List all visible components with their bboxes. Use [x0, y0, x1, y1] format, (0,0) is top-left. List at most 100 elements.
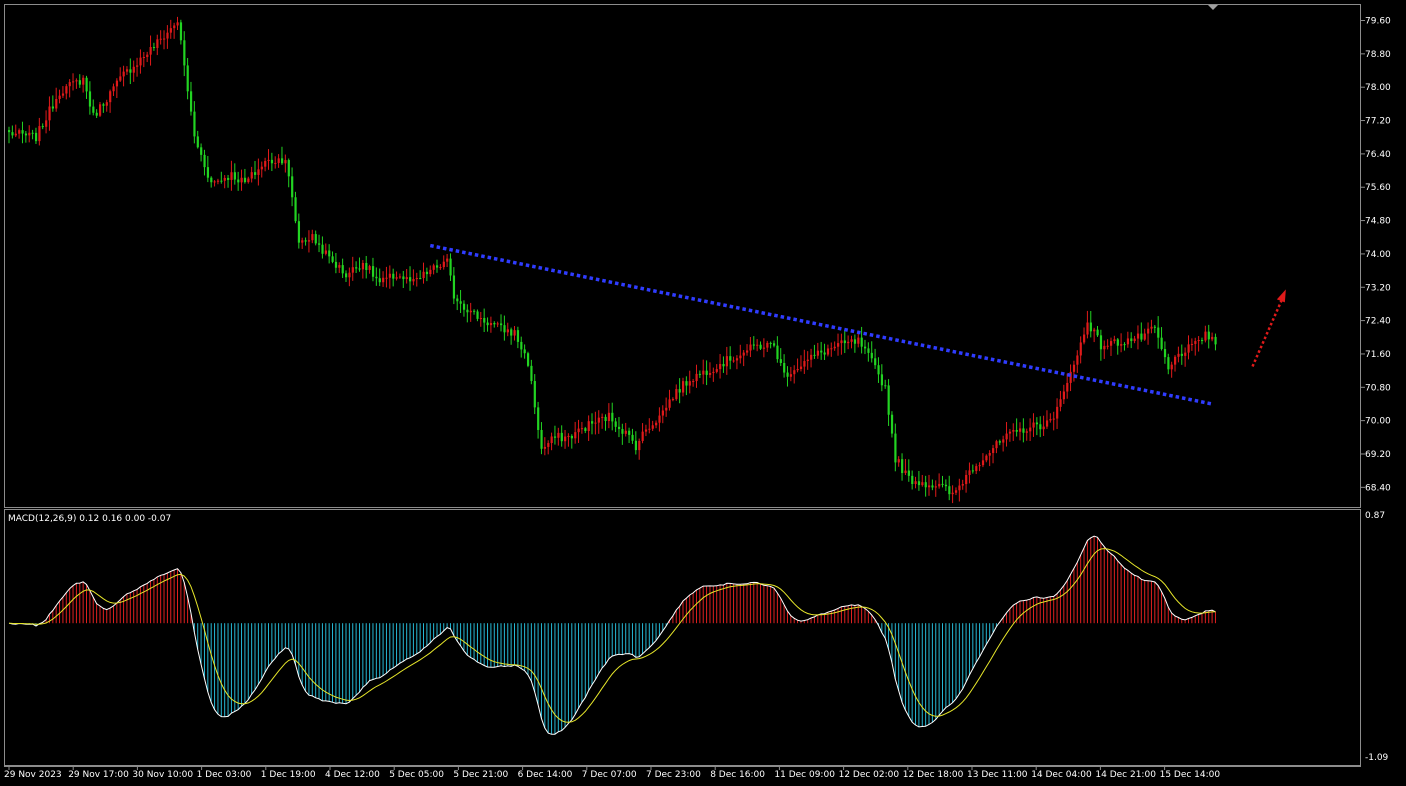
candle-body: [247, 178, 250, 183]
candle-body: [769, 342, 772, 344]
candle-body: [341, 265, 344, 274]
candle-body: [907, 470, 910, 476]
candle-body: [591, 421, 594, 424]
price-tick-label: 70.80: [1365, 383, 1391, 393]
candle-body: [746, 350, 749, 353]
candle-body: [567, 435, 570, 437]
candle-body: [459, 301, 462, 304]
time-tick-label: 7 Dec 23:00: [646, 770, 701, 780]
candle-body: [530, 365, 533, 382]
candle-body: [1174, 356, 1177, 365]
candle-body: [395, 277, 398, 279]
candle-body: [98, 104, 102, 116]
candle-body: [328, 250, 331, 257]
candle-body: [489, 323, 493, 326]
candle-body: [870, 352, 873, 359]
candle-body: [469, 310, 472, 313]
candle-body: [607, 412, 611, 422]
candle-body: [796, 369, 799, 371]
candle-body: [837, 343, 840, 347]
candle-body: [617, 426, 621, 430]
candle-body: [978, 465, 981, 467]
candle-body: [432, 265, 435, 270]
candle-body: [321, 244, 324, 254]
price-tick-label: 77.20: [1365, 117, 1391, 127]
candle-body: [772, 343, 776, 346]
candle-body: [968, 470, 971, 475]
candle-body: [506, 329, 509, 333]
candle-body: [887, 385, 890, 415]
candle-body: [294, 197, 297, 222]
time-tick-label: 30 Nov 10:00: [132, 770, 193, 780]
candle-body: [580, 428, 584, 430]
candle-body: [631, 434, 634, 441]
candle-body: [550, 436, 553, 444]
candle-body: [1045, 420, 1049, 427]
candle-body: [1197, 340, 1200, 342]
candle-body: [621, 429, 624, 434]
candle-body: [452, 275, 456, 299]
candle-body: [200, 147, 203, 155]
candle-body: [671, 399, 675, 401]
candle-body: [1076, 355, 1079, 365]
candle-body: [958, 485, 961, 491]
candle-body: [18, 130, 21, 134]
candle-body: [513, 330, 516, 336]
candle-body: [1187, 344, 1190, 353]
candle-body: [324, 250, 327, 254]
candle-body: [382, 277, 385, 283]
candle-body: [136, 65, 139, 67]
candle-body: [223, 177, 226, 181]
candle-body: [476, 311, 479, 319]
candle-body: [479, 318, 482, 320]
candle-body: [624, 430, 627, 434]
candle-body: [847, 341, 850, 344]
candle-body: [14, 133, 17, 136]
candle-body: [1200, 340, 1204, 342]
candle-body: [719, 364, 722, 370]
candle-body: [688, 381, 691, 386]
candle-body: [1049, 419, 1052, 421]
candle-body: [173, 25, 176, 29]
candle-body: [189, 91, 193, 112]
candle-body: [553, 436, 557, 438]
candle-body: [826, 348, 830, 355]
candle-body: [1035, 422, 1039, 425]
candle-body: [543, 446, 547, 449]
candle-body: [1147, 328, 1150, 334]
candle-body: [874, 358, 877, 366]
price-tick-label: 71.60: [1365, 350, 1391, 360]
candle-body: [41, 126, 44, 128]
candle-body: [1106, 345, 1109, 347]
candle-body: [496, 323, 499, 325]
candle-body: [975, 466, 978, 472]
candle-body: [193, 111, 196, 137]
price-tick-label: 68.40: [1365, 483, 1391, 493]
candle-body: [628, 430, 631, 435]
candle-body: [601, 416, 604, 418]
candle-body: [456, 298, 459, 302]
candle-body: [1093, 329, 1096, 332]
price-tick-label: 69.20: [1365, 450, 1391, 460]
candle-body: [948, 486, 951, 495]
time-tick-label: 29 Nov 17:00: [68, 770, 129, 780]
trading-chart[interactable]: 79.60 78.80 78.00 77.20 76.40 75.60 74.80 74.00…: [0, 0, 1406, 786]
candle-body: [435, 265, 439, 268]
candle-body: [1123, 344, 1126, 346]
candle-body: [493, 323, 496, 325]
candle-body: [799, 366, 803, 370]
candle-body: [358, 268, 361, 270]
candle-body: [1113, 339, 1116, 342]
candle-body: [938, 483, 941, 487]
candle-body: [665, 407, 668, 411]
candle-body: [816, 350, 819, 356]
time-tick-label: 5 Dec 05:00: [389, 770, 444, 780]
time-tick-label: 1 Dec 03:00: [197, 770, 252, 780]
candle-body: [277, 158, 280, 163]
candle-body: [914, 481, 917, 485]
candle-body: [951, 492, 954, 495]
candle-body: [537, 407, 540, 430]
candle-body: [105, 102, 108, 106]
candle-body: [843, 340, 846, 344]
candle-body: [227, 177, 230, 180]
